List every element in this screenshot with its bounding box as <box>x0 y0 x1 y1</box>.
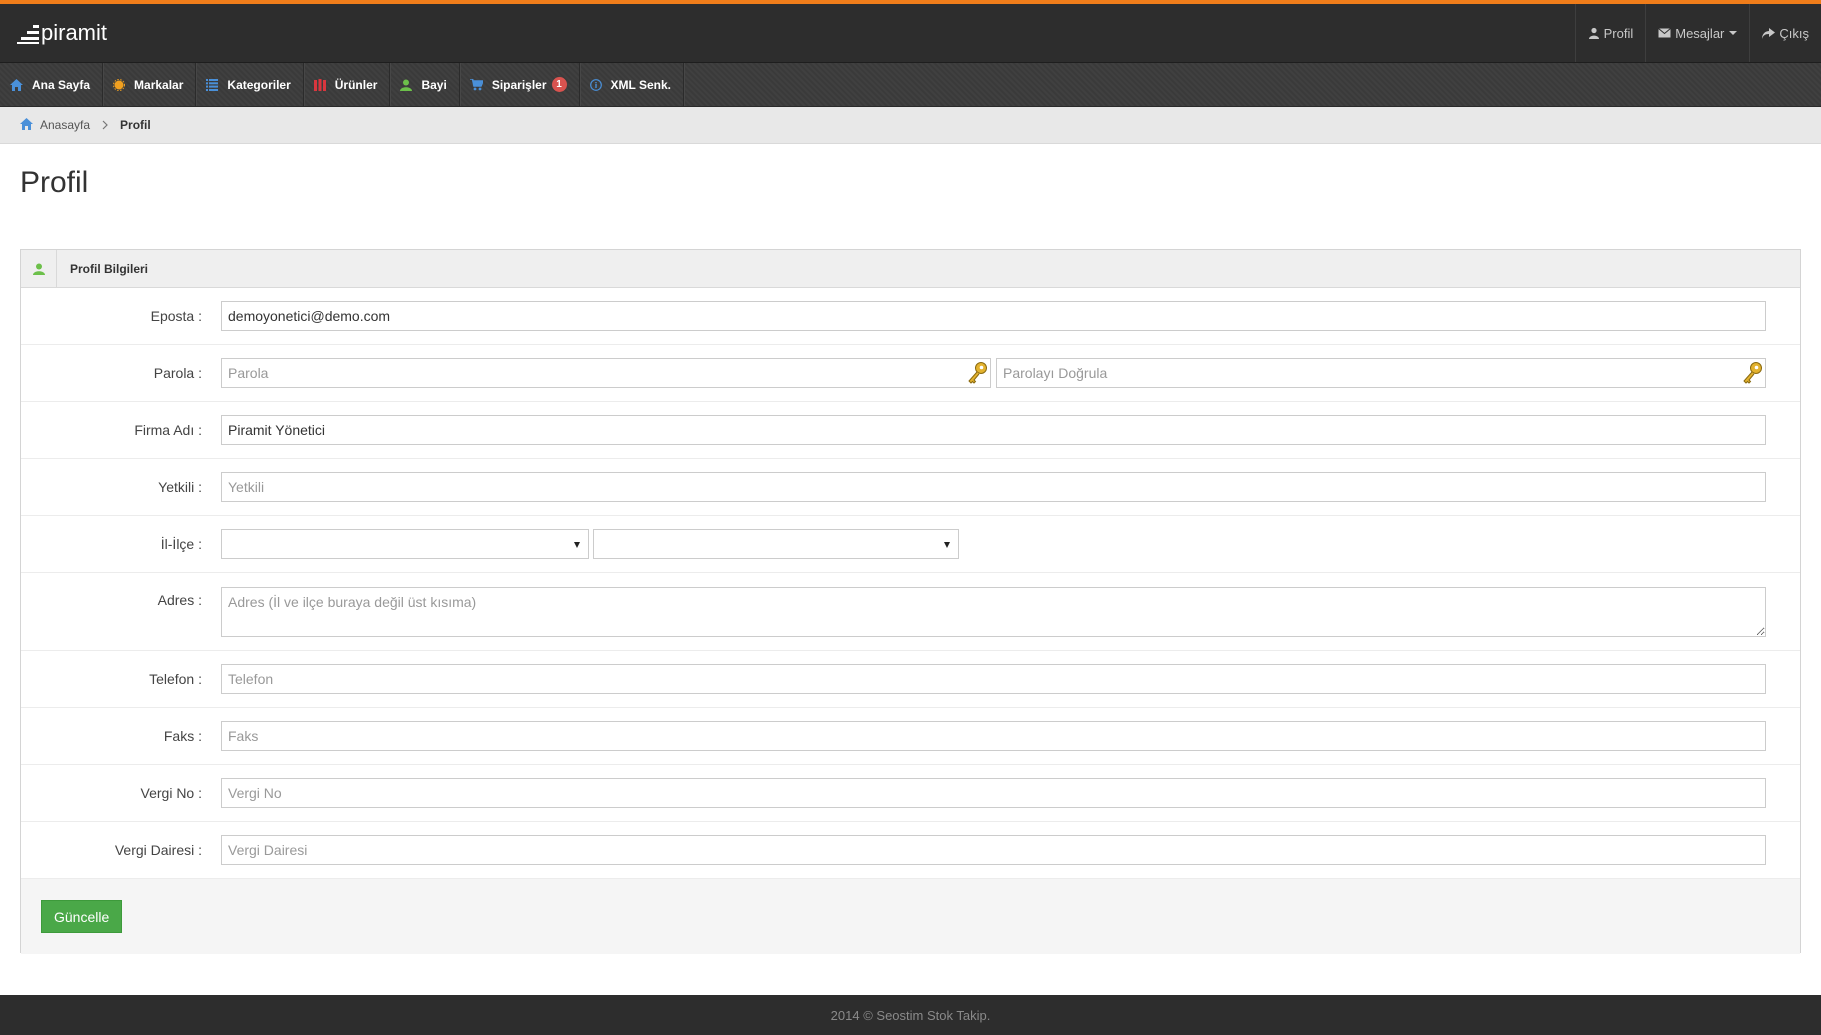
district-select[interactable] <box>593 529 959 559</box>
tax-office-label: Vergi Dairesi : <box>114 842 202 858</box>
products-icon <box>313 78 326 91</box>
password-input[interactable] <box>221 358 991 388</box>
nav-item-brands[interactable]: Markalar <box>103 63 197 106</box>
user-icon <box>1588 27 1599 39</box>
nav-item-label: Bayi <box>421 77 447 92</box>
footer-copyright: 2014 © Seostim Stok Takip. <box>830 1007 991 1023</box>
breadcrumb-current: Profil <box>120 118 151 132</box>
profile-link-label: Profil <box>1603 25 1634 41</box>
form-row-address: Adres : <box>21 573 1800 651</box>
page-title: Profil <box>20 166 89 199</box>
main-navigation: Ana Sayfa Markalar Kategoriler Ürünler B… <box>0 63 1821 107</box>
nav-item-orders[interactable]: Siparişler 1 <box>460 63 580 106</box>
fax-label: Faks : <box>163 728 202 744</box>
nav-item-label: Kategoriler <box>227 77 291 92</box>
nav-item-label: Markalar <box>134 77 184 92</box>
top-actions: Profil Mesajlar Çıkış <box>1574 4 1821 62</box>
city-district-label: İl-İlçe : <box>160 536 202 552</box>
tax-office-input[interactable] <box>221 835 1766 865</box>
envelope-icon <box>1658 28 1672 38</box>
email-label: Eposta : <box>150 308 202 324</box>
phone-label: Telefon : <box>149 671 202 687</box>
form-row-tax-office: Vergi Dairesi : <box>21 822 1800 879</box>
messages-dropdown[interactable]: Mesajlar <box>1645 4 1749 62</box>
tax-no-label: Vergi No : <box>140 785 202 801</box>
home-icon <box>10 78 23 91</box>
password-confirm-field-wrap <box>996 358 1766 388</box>
address-label: Adres : <box>157 592 202 608</box>
form-row-phone: Telefon : <box>21 651 1800 708</box>
user-icon <box>21 250 57 287</box>
brand-name: piramit <box>41 20 108 45</box>
logout-link[interactable]: Çıkış <box>1749 4 1821 62</box>
breadcrumb: Anasayfa Profil <box>0 107 1821 144</box>
password-field-wrap <box>221 358 991 388</box>
form-row-fax: Faks : <box>21 708 1800 765</box>
pyramid-logo-icon <box>17 23 39 44</box>
phone-input[interactable] <box>221 664 1766 694</box>
fax-input[interactable] <box>221 721 1766 751</box>
form-row-company: Firma Adı : <box>21 402 1800 459</box>
user-icon <box>400 79 413 91</box>
contact-input[interactable] <box>221 472 1766 502</box>
nav-item-categories[interactable]: Kategoriler <box>196 63 304 106</box>
brand-icon <box>113 78 126 91</box>
tax-no-input[interactable] <box>221 778 1766 808</box>
form-row-tax-no: Vergi No : <box>21 765 1800 822</box>
chevron-down-icon <box>1729 31 1738 35</box>
password-label: Parola : <box>153 365 202 381</box>
nav-item-label: Siparişler <box>491 77 547 92</box>
nav-item-label: XML Senk. <box>610 77 671 92</box>
profile-panel: Profil Bilgileri Eposta : Parola : Firma… <box>20 249 1801 954</box>
form-row-password: Parola : <box>21 345 1800 402</box>
key-icon <box>1742 361 1764 388</box>
chevron-right-icon <box>102 120 108 130</box>
cart-icon <box>469 78 483 91</box>
form-row-city-district: İl-İlçe : <box>21 516 1800 573</box>
form-row-email: Eposta : <box>21 288 1800 345</box>
nav-item-products[interactable]: Ürünler <box>304 63 391 106</box>
logout-label: Çıkış <box>1779 25 1809 41</box>
form-row-contact: Yetkili : <box>21 459 1800 516</box>
city-select[interactable] <box>221 529 589 559</box>
email-input[interactable] <box>221 301 1766 331</box>
orders-count-badge: 1 <box>551 77 567 92</box>
nav-item-home[interactable]: Ana Sayfa <box>0 63 104 106</box>
profile-link[interactable]: Profil <box>1574 4 1646 62</box>
list-icon <box>206 78 219 91</box>
update-button[interactable]: Güncelle <box>41 900 123 933</box>
page-footer: 2014 © Seostim Stok Takip. <box>0 995 1821 1035</box>
breadcrumb-home-link[interactable]: Anasayfa <box>40 118 90 132</box>
nav-item-dealer[interactable]: Bayi <box>390 63 460 106</box>
messages-label: Mesajlar <box>1675 25 1725 41</box>
panel-header: Profil Bilgileri <box>21 250 1800 288</box>
nav-item-label: Ürünler <box>334 77 378 92</box>
share-arrow-icon <box>1762 27 1776 39</box>
panel-footer: Güncelle <box>21 879 1800 954</box>
nav-item-label: Ana Sayfa <box>32 77 91 92</box>
home-icon <box>20 117 33 133</box>
key-icon <box>967 361 989 388</box>
company-input[interactable] <box>221 415 1766 445</box>
info-icon <box>589 78 602 91</box>
contact-label: Yetkili : <box>158 479 202 495</box>
company-label: Firma Adı : <box>134 422 202 438</box>
brand-logo[interactable]: piramit <box>0 4 107 62</box>
password-confirm-input[interactable] <box>996 358 1766 388</box>
top-header: piramit Profil Mesajlar Çıkış <box>0 4 1821 63</box>
address-textarea[interactable] <box>221 586 1766 637</box>
nav-item-xml-sync[interactable]: XML Senk. <box>580 63 684 106</box>
panel-title: Profil Bilgileri <box>70 261 149 276</box>
